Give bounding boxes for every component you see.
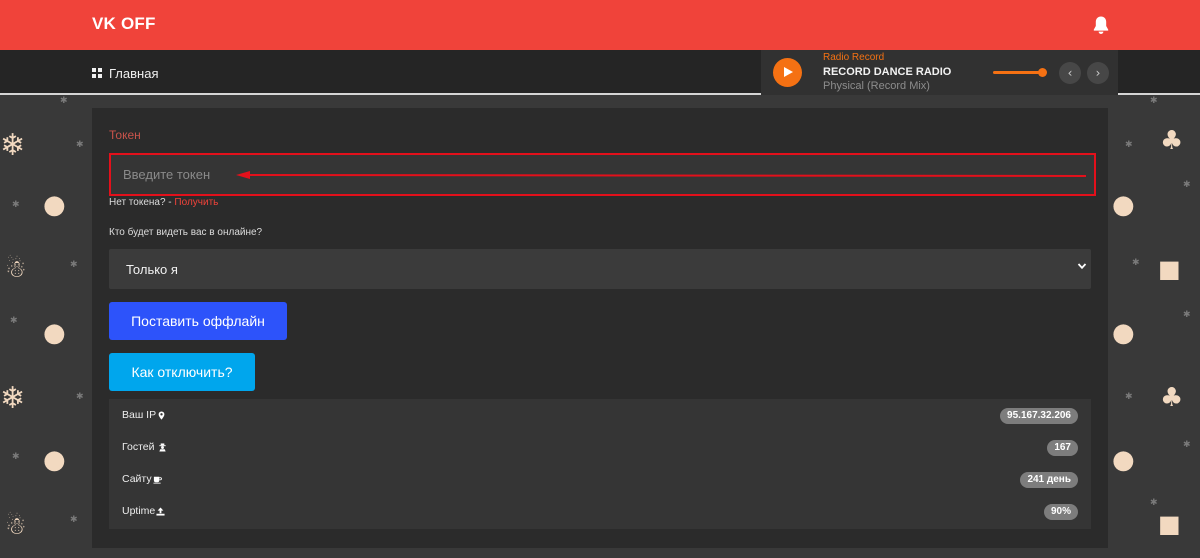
main-card: Токен Нет токена? - Получить Кто будет в… [92,108,1108,548]
stat-label: Ваш IP [122,409,166,421]
coffee-icon [153,476,162,484]
santa-icon: ● [1112,318,1135,348]
tree-icon: ♣ [1160,383,1184,413]
snowman-icon: ☃ [5,512,27,540]
stat-badge: 241 день [1020,472,1078,488]
stat-row-uptime: Uptime 90% [109,496,1091,528]
snowflake-icon: ❄ [0,381,26,416]
get-token-link[interactable]: Получить [174,197,218,208]
prev-button[interactable]: ‹ [1059,62,1081,84]
stats-list: Ваш IP 95.167.32.206 Гостей 167 Сайту 24… [109,399,1091,529]
snow-dot: ✱ [1183,310,1191,320]
next-button[interactable]: › [1087,62,1109,84]
upload-icon [156,506,165,516]
snow-dot: ✱ [1125,392,1133,402]
set-offline-button[interactable]: Поставить оффлайн [109,302,287,340]
snow-dot: ✱ [1132,258,1140,268]
visibility-selected-value: Только я [126,262,178,277]
nav-bar: Главная Radio Record RECORD DANCE RADIO … [0,50,1200,95]
player-station: Radio Record [823,52,885,63]
volume-slider[interactable] [993,71,1043,74]
stat-label-text: Ваш IP [122,409,157,421]
snow-dot: ✱ [1125,140,1133,150]
bell-icon[interactable] [1092,15,1110,35]
top-bar: VK OFF [0,0,1200,50]
brand-logo[interactable]: VK OFF [92,14,156,34]
tree-icon: ♣ [1160,126,1184,156]
user-secret-icon [159,442,167,452]
chevron-down-icon [1077,263,1087,270]
stat-label-text: Сайту [122,473,152,485]
stat-row-ip: Ваш IP 95.167.32.206 [109,400,1091,432]
ornament-icon: ● [1112,190,1135,220]
stat-label-text: Uptime [122,505,156,517]
ornament-icon: ● [1112,445,1135,475]
stat-label-text: Гостей [122,441,155,453]
snow-dot: ✱ [12,200,20,210]
token-highlight-box [109,153,1096,196]
ornament-icon: ● [43,190,66,220]
how-to-disable-button[interactable]: Как отключить? [109,353,255,391]
stat-badge: 167 [1047,440,1078,456]
snow-dot: ✱ [70,515,78,525]
stat-badge: 90% [1043,504,1078,520]
stat-row-site-age: Сайту 241 день [109,464,1091,496]
visibility-label: Кто будет видеть вас в онлайне? [109,227,263,238]
stat-label: Гостей [122,441,167,453]
stat-label: Uptime [122,505,165,517]
snow-dot: ✱ [1150,96,1158,106]
snow-dot: ✱ [1183,440,1191,450]
stat-badge: 95.167.32.206 [1000,408,1078,424]
stat-row-guests: Гостей 167 [109,432,1091,464]
token-label: Токен [109,128,141,142]
player-title: RECORD DANCE RADIO [823,66,952,78]
snow-dot: ✱ [1150,498,1158,508]
volume-slider-handle[interactable] [1038,68,1047,77]
nav-home-link[interactable]: Главная [92,65,158,81]
play-button[interactable] [773,58,802,87]
grid-icon [92,68,102,78]
stat-label: Сайту [122,473,162,485]
gift-icon: ■ [1158,510,1181,538]
no-token-text: Нет токена? - Получить [109,197,218,208]
ornament-icon: ● [43,445,66,475]
snow-dot: ✱ [1183,180,1191,190]
santa-icon: ● [43,318,66,348]
gift-icon: ■ [1158,255,1181,283]
snow-dot: ✱ [76,392,84,402]
snow-dot: ✱ [10,316,18,326]
snow-dot: ✱ [76,140,84,150]
map-marker-icon [158,410,165,420]
visibility-select[interactable]: Только я [109,249,1091,289]
annotation-arrow [236,171,1086,179]
snowman-icon: ☃ [5,255,27,283]
player-track: Physical (Record Mix) [823,80,930,92]
snow-dot: ✱ [60,96,68,106]
no-token-question: Нет токена? - [109,197,175,208]
nav-home-label: Главная [109,65,159,81]
snow-dot: ✱ [12,452,20,462]
radio-player: Radio Record RECORD DANCE RADIO Physical… [761,50,1118,95]
snowflake-icon: ❄ [0,128,26,163]
snow-dot: ✱ [70,260,78,270]
